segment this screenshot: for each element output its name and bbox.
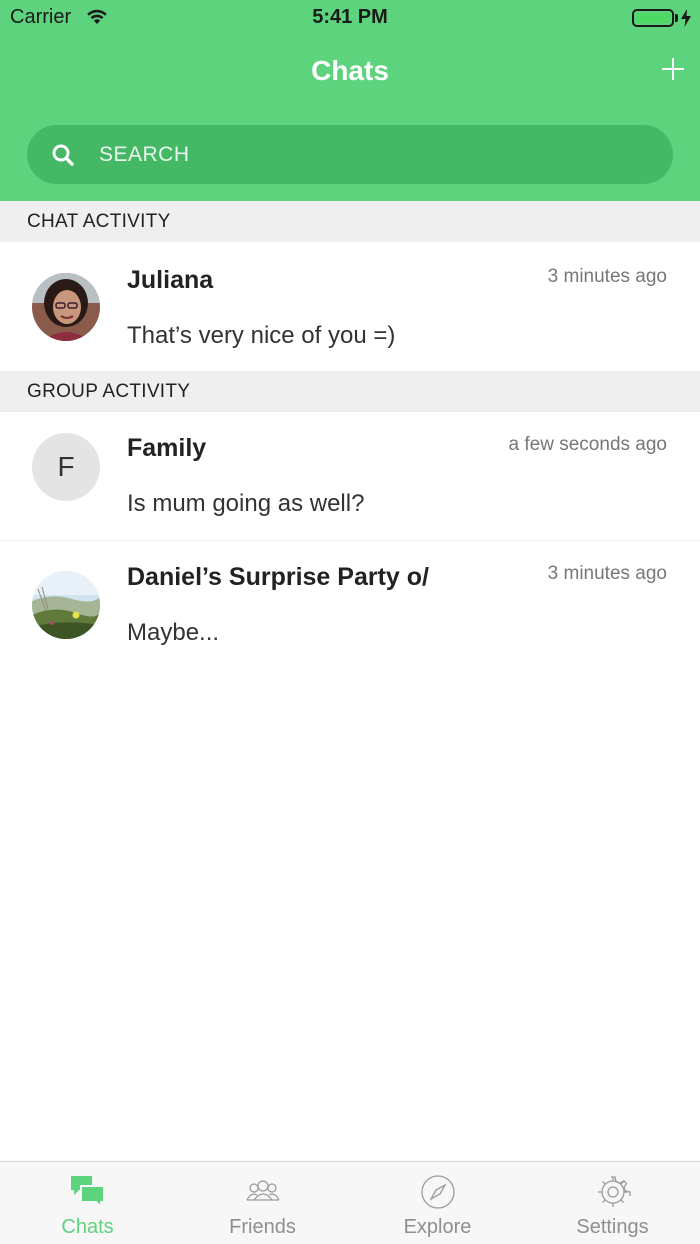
tab-settings[interactable]: Settings [525, 1162, 700, 1244]
tab-label: Explore [403, 1216, 472, 1238]
group-row[interactable]: F Family a few seconds ago Is mum going … [0, 412, 700, 541]
avatar: F [32, 433, 100, 501]
tab-label: Settings [576, 1216, 649, 1238]
avatar-photo-party [32, 571, 100, 639]
status-time: 5:41 PM [312, 6, 388, 28]
charging-bolt-icon [681, 9, 691, 27]
header: Carrier 5:41 PM Chats SEARCH [0, 0, 700, 201]
page-title: Chats [311, 55, 389, 86]
group-time: 3 minutes ago [547, 563, 667, 584]
tab-bar: Chats Friends Explore Settings [0, 1161, 700, 1244]
chat-row[interactable]: Juliana 3 minutes ago That’s very nice o… [0, 242, 700, 371]
avatar [32, 273, 100, 341]
chat-message: That’s very nice of you =) [127, 322, 396, 349]
section-header-chat-activity: CHAT ACTIVITY [0, 201, 700, 242]
search-icon [52, 144, 74, 166]
battery-level [636, 13, 670, 23]
avatar [32, 571, 100, 639]
plus-icon [662, 58, 684, 80]
group-message: Is mum going as well? [127, 490, 365, 517]
group-message: Maybe... [127, 619, 220, 646]
search-input[interactable]: SEARCH [27, 125, 673, 184]
add-chat-button[interactable] [656, 52, 690, 86]
section-header-group-activity: GROUP ACTIVITY [0, 371, 700, 412]
group-time: a few seconds ago [508, 434, 667, 455]
gear-icon [598, 1176, 631, 1207]
group-row[interactable]: Daniel’s Surprise Party o/ 3 minutes ago… [0, 541, 700, 670]
people-icon [246, 1180, 280, 1201]
battery-icon [632, 9, 674, 27]
chat-name: Juliana [127, 266, 214, 294]
tab-explore[interactable]: Explore [350, 1162, 525, 1244]
status-bar: Carrier 5:41 PM [0, 0, 700, 36]
tab-chats[interactable]: Chats [0, 1162, 175, 1244]
tab-label: Friends [229, 1216, 296, 1238]
avatar-photo-juliana [32, 273, 100, 341]
group-name: Family [127, 434, 207, 462]
group-name: Daniel’s Surprise Party o/ [127, 563, 429, 591]
search-placeholder: SEARCH [99, 143, 190, 166]
compass-icon [421, 1175, 455, 1209]
tab-label: Chats [61, 1216, 114, 1238]
chat-time: 3 minutes ago [547, 266, 667, 287]
tab-friends[interactable]: Friends [175, 1162, 350, 1244]
chat-bubbles-icon [71, 1176, 105, 1210]
battery-cap [675, 14, 678, 22]
